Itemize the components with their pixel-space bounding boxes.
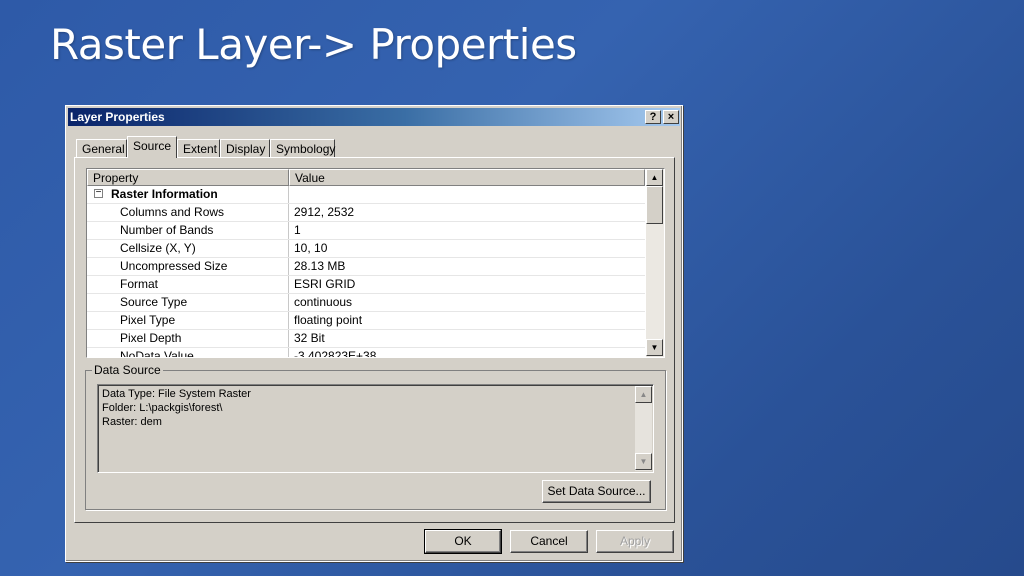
close-button[interactable]: × — [663, 110, 679, 124]
property-name: Cellsize (X, Y) — [120, 241, 196, 255]
tab-symbology[interactable]: Symbology — [270, 139, 335, 158]
tab-general[interactable]: General — [76, 139, 127, 158]
property-value: 32 Bit — [294, 331, 325, 345]
table-row[interactable]: Cellsize (X, Y) 10, 10 — [87, 240, 645, 258]
property-column-header[interactable]: Property — [87, 169, 289, 186]
table-row[interactable]: Format ESRI GRID — [87, 276, 645, 294]
property-value: 2912, 2532 — [294, 205, 355, 219]
property-grid[interactable]: Property Value − Raster Information Colum… — [86, 168, 665, 358]
table-row[interactable]: Uncompressed Size 28.13 MB — [87, 258, 645, 276]
value-column-header[interactable]: Value — [289, 169, 645, 186]
property-name: NoData Value — [120, 349, 194, 357]
property-value: floating point — [294, 313, 363, 327]
scroll-up-icon[interactable]: ▲ — [635, 386, 652, 403]
property-name: Number of Bands — [120, 223, 214, 237]
property-name: Source Type — [120, 295, 188, 309]
grid-scrollbar[interactable]: ▲ ▼ — [646, 169, 664, 357]
property-name: Pixel Type — [120, 313, 176, 327]
property-value: ESRI GRID — [294, 277, 356, 291]
help-button[interactable]: ? — [645, 110, 661, 124]
property-name: Uncompressed Size — [120, 259, 228, 273]
cancel-button[interactable]: Cancel — [510, 530, 588, 553]
dialog-title: Layer Properties — [70, 110, 165, 124]
table-row[interactable]: Columns and Rows 2912, 2532 — [87, 204, 645, 222]
data-source-line: Raster: dem — [102, 416, 162, 428]
data-source-line: Folder: L:\packgis\forest\ — [102, 402, 223, 414]
property-value: -3.402823E+38 — [294, 349, 377, 357]
tab-source[interactable]: Source — [127, 136, 177, 158]
scroll-thumb[interactable] — [646, 186, 663, 224]
table-row[interactable]: Pixel Type floating point — [87, 312, 645, 330]
property-value: 28.13 MB — [294, 259, 346, 273]
property-value: continuous — [294, 295, 353, 309]
table-row[interactable]: Source Type continuous — [87, 294, 645, 312]
scroll-up-icon[interactable]: ▲ — [646, 169, 663, 186]
scroll-down-icon[interactable]: ▼ — [635, 453, 652, 470]
data-source-textbox[interactable]: Data Type: File System Raster Folder: L:… — [97, 384, 654, 473]
group-label: Raster Information — [111, 187, 218, 201]
table-row[interactable]: NoData Value -3.402823E+38 — [87, 348, 645, 357]
data-source-scrollbar[interactable]: ▲ ▼ — [635, 386, 652, 471]
property-value: 1 — [294, 223, 301, 237]
dialog-titlebar[interactable]: Layer Properties ? × — [68, 108, 680, 126]
source-tab-panel: Property Value − Raster Information Colum… — [74, 157, 675, 523]
data-source-line: Data Type: File System Raster — [102, 388, 251, 400]
scroll-down-icon[interactable]: ▼ — [646, 339, 663, 356]
slide-title: Raster Layer-> Properties — [50, 20, 577, 69]
property-value: 10, 10 — [294, 241, 328, 255]
tab-display[interactable]: Display — [220, 139, 270, 158]
property-name: Pixel Depth — [120, 331, 182, 345]
property-name: Format — [120, 277, 159, 291]
apply-button[interactable]: Apply — [596, 530, 674, 553]
property-name: Columns and Rows — [120, 205, 225, 219]
table-row[interactable]: Number of Bands 1 — [87, 222, 645, 240]
set-data-source-button[interactable]: Set Data Source... — [542, 480, 651, 503]
data-source-group: Data Source Data Type: File System Raste… — [85, 363, 666, 510]
collapse-icon[interactable]: − — [94, 188, 103, 199]
group-row-raster-information[interactable]: − Raster Information — [87, 186, 645, 204]
grid-header: Property Value — [87, 169, 645, 186]
table-row[interactable]: Pixel Depth 32 Bit — [87, 330, 645, 348]
tab-extent[interactable]: Extent — [177, 139, 220, 158]
layer-properties-dialog: Layer Properties ? × General Source Exte… — [65, 105, 683, 562]
ok-button[interactable]: OK — [424, 529, 502, 554]
data-source-legend: Data Source — [92, 363, 163, 377]
